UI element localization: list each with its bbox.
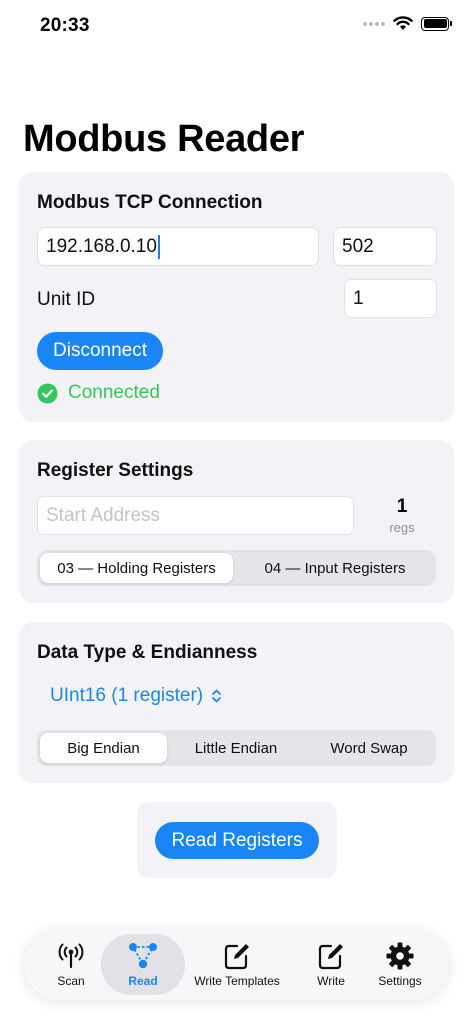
cellular-signal-icon: [363, 21, 385, 26]
register-type-picker: 03 — Holding Registers 04 — Input Regist…: [37, 550, 436, 586]
register-settings-title: Register Settings: [37, 460, 194, 481]
status-bar: 20:33: [0, 0, 473, 54]
square-pencil-icon: [222, 941, 252, 971]
port-input[interactable]: 502: [333, 227, 437, 266]
host-value: 192.168.0.10: [46, 235, 157, 257]
data-type-card: Data Type & Endianness UInt16 (1 registe…: [19, 622, 454, 783]
register-settings-card: Register Settings Start Address 1 regs 0…: [19, 440, 454, 603]
segment-little-endian[interactable]: Little Endian: [171, 733, 301, 763]
data-type-menu[interactable]: UInt16 (1 register): [50, 685, 222, 707]
tab-bar: Scan Read Write Templates Write Settings: [24, 929, 449, 1000]
tab-scan[interactable]: Scan: [42, 929, 100, 1000]
wifi-icon: [393, 16, 413, 30]
square-pencil-icon: [316, 941, 346, 971]
chevron-up-down-icon: [212, 689, 222, 703]
segment-input-registers[interactable]: 04 — Input Registers: [237, 553, 433, 583]
unit-id-input[interactable]: 1: [344, 279, 437, 318]
status-time: 20:33: [40, 15, 90, 36]
tab-settings-label: Settings: [378, 974, 422, 988]
battery-icon: [421, 16, 452, 31]
checkmark-circle-icon: [37, 383, 58, 403]
start-address-input[interactable]: Start Address: [37, 496, 354, 535]
text-caret: [157, 234, 160, 259]
tab-scan-label: Scan: [57, 974, 85, 988]
read-registers-button[interactable]: Read Registers: [155, 822, 319, 859]
data-type-title: Data Type & Endianness: [37, 642, 258, 663]
data-type-selected: UInt16 (1 register): [50, 685, 204, 706]
segment-word-swap[interactable]: Word Swap: [305, 733, 433, 763]
connection-status-text: Connected: [68, 382, 160, 403]
connection-status: Connected: [37, 382, 160, 404]
tab-read[interactable]: Read: [101, 929, 185, 1000]
register-count: 1 regs: [369, 496, 435, 535]
tab-write-templates[interactable]: Write Templates: [187, 929, 287, 1000]
endianness-picker: Big Endian Little Endian Word Swap: [37, 730, 436, 766]
antenna-icon: [56, 941, 86, 971]
page-title: Modbus Reader: [23, 118, 305, 160]
tab-write[interactable]: Write: [302, 929, 360, 1000]
gear-icon: [385, 941, 415, 971]
read-button-container: Read Registers: [137, 802, 337, 878]
disconnect-button[interactable]: Disconnect: [37, 332, 163, 370]
port-value: 502: [342, 235, 374, 257]
connection-title: Modbus TCP Connection: [37, 192, 263, 213]
segment-holding-registers[interactable]: 03 — Holding Registers: [40, 553, 233, 583]
connection-card: Modbus TCP Connection 192.168.0.10 502 U…: [19, 172, 454, 422]
host-input[interactable]: 192.168.0.10: [37, 227, 319, 266]
unit-id-label: Unit ID: [37, 289, 96, 310]
tab-read-label: Read: [128, 974, 158, 988]
network-nodes-icon: [128, 941, 158, 971]
tab-write-label: Write: [317, 974, 345, 988]
tab-write-templates-label: Write Templates: [194, 974, 280, 988]
unit-id-value: 1: [353, 287, 364, 309]
register-count-value: 1: [396, 496, 408, 517]
status-icons: [363, 16, 452, 31]
start-address-placeholder: Start Address: [46, 504, 161, 526]
segment-big-endian[interactable]: Big Endian: [40, 733, 167, 763]
register-count-unit: regs: [389, 520, 415, 535]
tab-settings[interactable]: Settings: [370, 929, 430, 1000]
